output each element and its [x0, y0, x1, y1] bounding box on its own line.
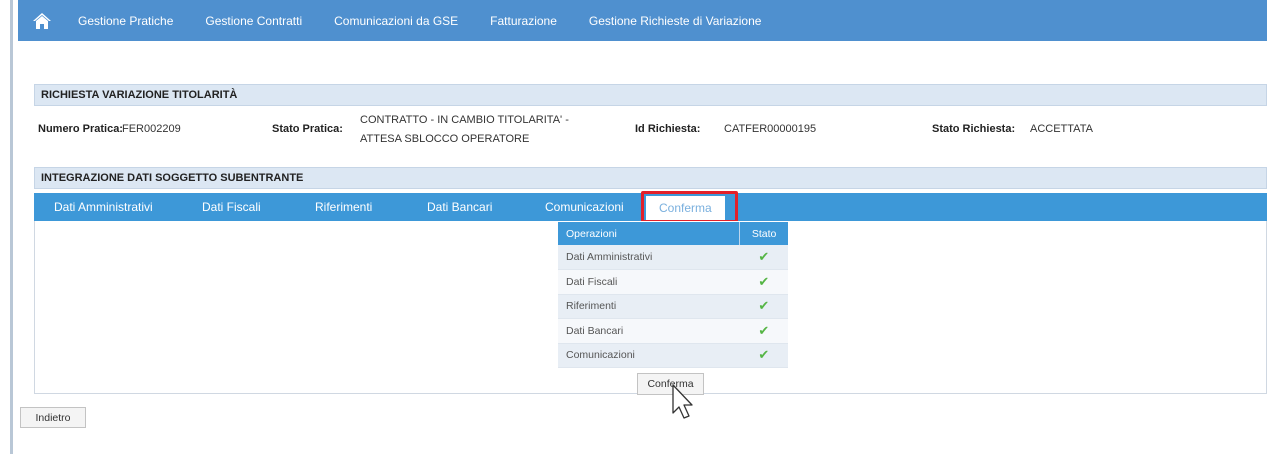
nav-comunicazioni-gse[interactable]: Comunicazioni da GSE — [334, 14, 458, 28]
operation-name: Dati Bancari — [558, 318, 740, 344]
table-row: Comunicazioni ✔ — [558, 343, 788, 368]
stato-richiesta-value: ACCETTATA — [1030, 123, 1093, 135]
nav-gestione-richieste-variazione[interactable]: Gestione Richieste di Variazione — [589, 14, 762, 28]
tab-comunicazioni[interactable]: Comunicazioni — [545, 193, 624, 221]
id-richiesta-label: Id Richiesta: — [635, 123, 701, 135]
info-row: Numero Pratica: FER002209 Stato Pratica:… — [34, 107, 1267, 159]
indietro-button[interactable]: Indietro — [20, 407, 86, 428]
nav-fatturazione[interactable]: Fatturazione — [490, 14, 557, 28]
home-icon-glyph — [33, 12, 51, 29]
section-title-integrazione: INTEGRAZIONE DATI SOGGETTO SUBENTRANTE — [34, 167, 1267, 189]
numero-pratica-label: Numero Pratica: — [38, 123, 123, 135]
operation-name: Dati Fiscali — [558, 269, 740, 295]
stato-pratica-value: CONTRATTO - IN CAMBIO TITOLARITA' - ATTE… — [360, 114, 569, 145]
table-row: Riferimenti ✔ — [558, 294, 788, 319]
operation-name: Dati Amministrativi — [558, 245, 740, 270]
table-row: Dati Amministrativi ✔ — [558, 245, 788, 270]
check-icon: ✔ — [739, 318, 788, 344]
tab-dati-bancari[interactable]: Dati Bancari — [427, 193, 492, 221]
nav-gestione-pratiche[interactable]: Gestione Pratiche — [78, 14, 173, 28]
header-stato: Stato — [739, 222, 788, 245]
tab-dati-amministrativi[interactable]: Dati Amministrativi — [54, 193, 153, 221]
check-icon: ✔ — [739, 343, 788, 368]
numero-pratica-value: FER002209 — [122, 123, 181, 135]
table-header-row: Operazioni Stato — [558, 222, 788, 245]
tab-dati-fiscali[interactable]: Dati Fiscali — [202, 193, 261, 221]
check-icon: ✔ — [739, 294, 788, 319]
tab-highlight-box — [641, 191, 738, 223]
operation-name: Comunicazioni — [558, 343, 740, 368]
tab-riferimenti[interactable]: Riferimenti — [315, 193, 372, 221]
id-richiesta-value: CATFER00000195 — [724, 123, 817, 135]
section-title-richiesta: RICHIESTA VARIAZIONE TITOLARITÀ — [34, 84, 1267, 106]
left-border — [10, 0, 13, 454]
check-icon: ✔ — [739, 269, 788, 295]
stato-richiesta-label: Stato Richiesta: — [932, 123, 1016, 135]
table-row: Dati Fiscali ✔ — [558, 269, 788, 295]
table-row: Dati Bancari ✔ — [558, 318, 788, 344]
header-operazioni: Operazioni — [558, 222, 740, 245]
mouse-cursor-icon — [672, 384, 693, 419]
check-icon: ✔ — [739, 245, 788, 270]
top-navigation: Gestione Pratiche Gestione Contratti Com… — [18, 0, 1267, 41]
stato-pratica-label: Stato Pratica: — [272, 123, 343, 135]
operations-table: Operazioni Stato Dati Amministrativi ✔ D… — [558, 222, 788, 368]
operation-name: Riferimenti — [558, 294, 740, 319]
home-icon[interactable] — [22, 0, 62, 41]
nav-gestione-contratti[interactable]: Gestione Contratti — [205, 14, 302, 28]
